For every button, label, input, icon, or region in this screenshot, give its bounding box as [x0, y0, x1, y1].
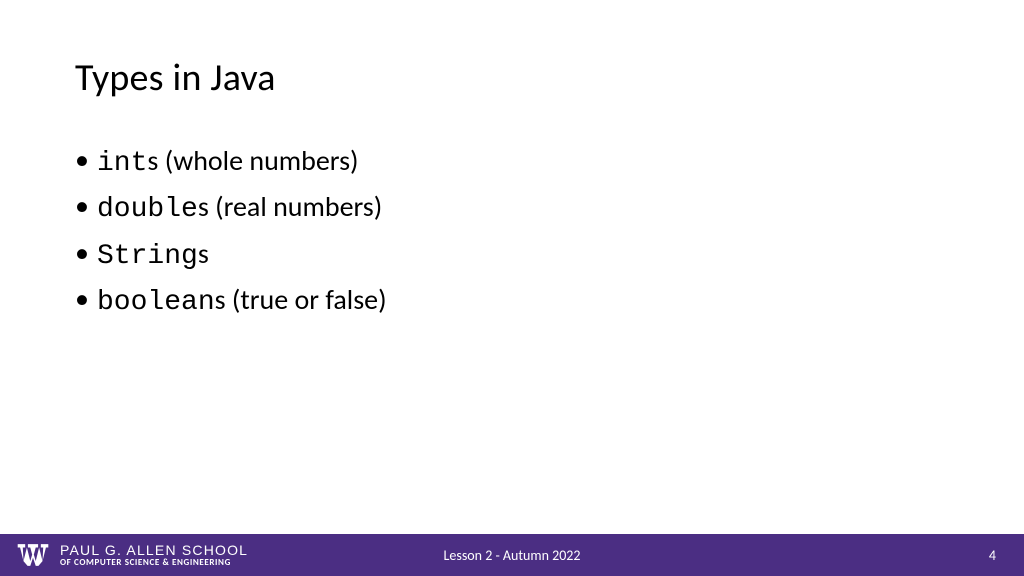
- uw-logo-icon: [16, 541, 50, 569]
- bullet-text: s (true or false): [215, 282, 387, 317]
- code-text: String: [97, 241, 198, 272]
- list-item: booleans (true or false): [75, 278, 949, 324]
- footer-logo: PAUL G. ALLEN SCHOOL OF COMPUTER SCIENCE…: [0, 541, 248, 569]
- bullet-text: s (real numbers): [198, 189, 382, 224]
- school-text: PAUL G. ALLEN SCHOOL OF COMPUTER SCIENCE…: [60, 543, 248, 567]
- list-item: doubles (real numbers): [75, 185, 949, 231]
- code-text: boolean: [97, 287, 215, 318]
- list-item: ints (whole numbers): [75, 139, 949, 185]
- school-name: PAUL G. ALLEN SCHOOL: [60, 543, 248, 558]
- bullet-list: ints (whole numbers) doubles (real numbe…: [75, 139, 949, 325]
- slide-title: Types in Java: [75, 55, 949, 101]
- slide-body: Types in Java ints (whole numbers) doubl…: [0, 0, 1024, 325]
- list-item: Strings: [75, 232, 949, 278]
- code-text: double: [97, 194, 198, 225]
- page-number: 4: [989, 547, 996, 564]
- slide-footer: PAUL G. ALLEN SCHOOL OF COMPUTER SCIENCE…: [0, 534, 1024, 576]
- bullet-text: s: [198, 236, 209, 271]
- bullet-text: s (whole numbers): [147, 143, 358, 178]
- code-text: int: [97, 148, 147, 179]
- school-dept: OF COMPUTER SCIENCE & ENGINEERING: [60, 558, 248, 567]
- footer-lesson-label: Lesson 2 - Autumn 2022: [443, 547, 580, 564]
